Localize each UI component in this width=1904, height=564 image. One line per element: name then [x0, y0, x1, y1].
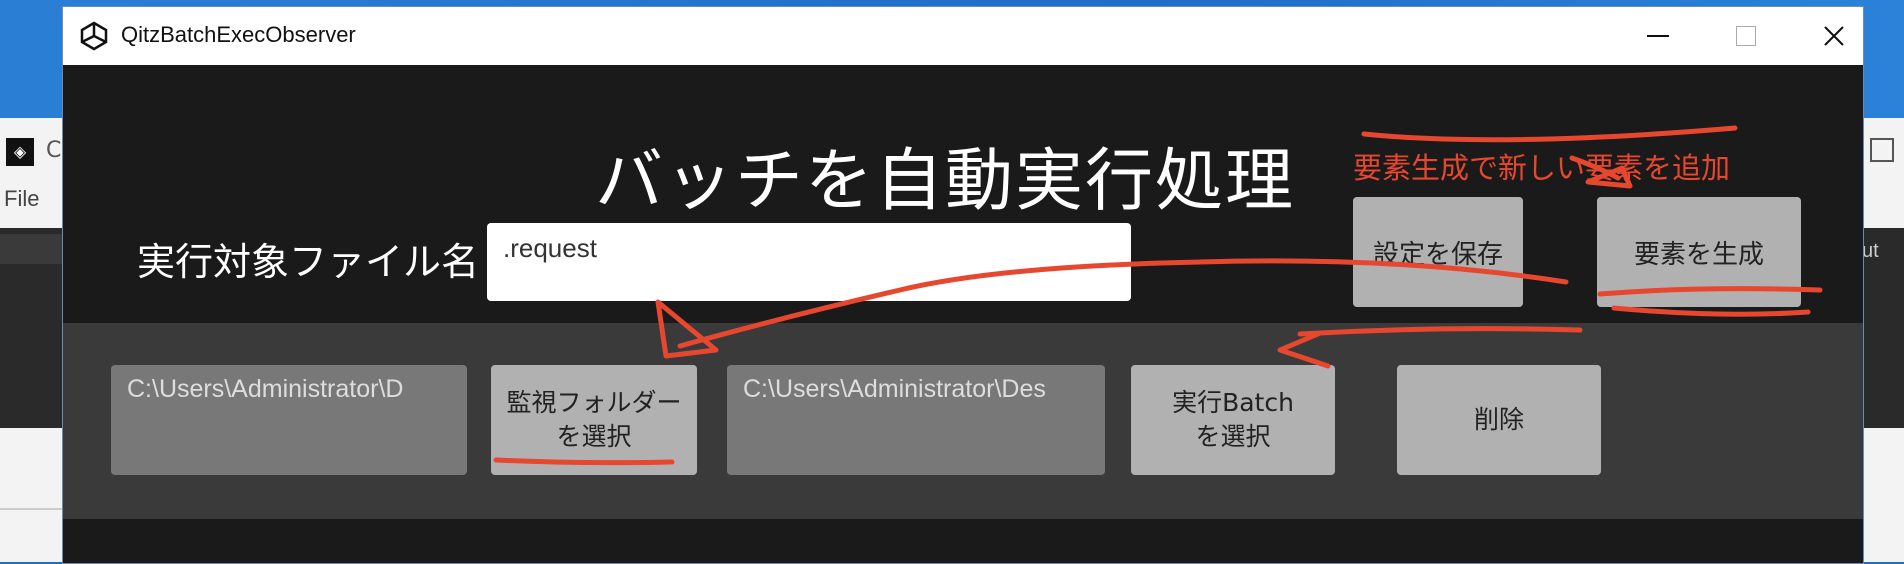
window-title: QitzBatchExecObserver	[121, 22, 356, 47]
batch-path-field[interactable]: C:\Users\Administrator\Des	[727, 365, 1105, 475]
background-title-fragment: C	[46, 138, 62, 163]
save-settings-button[interactable]: 設定を保存	[1353, 197, 1523, 307]
background-file-menu[interactable]: File	[4, 186, 39, 212]
select-batch-label: 実行Batch を選択	[1172, 386, 1294, 454]
minimize-icon	[1647, 35, 1669, 37]
file-name-label: 実行対象ファイル名	[137, 240, 480, 284]
select-batch-line2: を選択	[1195, 422, 1271, 451]
close-icon	[1824, 26, 1844, 46]
element-row: C:\Users\Administrator\D 監視フォルダー を選択 C:\…	[63, 323, 1863, 519]
select-watch-folder-line2: を選択	[556, 422, 632, 451]
close-button[interactable]	[1789, 7, 1879, 65]
select-batch-button[interactable]: 実行Batch を選択	[1131, 365, 1335, 475]
background-right-text: ut	[1862, 240, 1879, 262]
unity-logo-icon: ◈	[6, 138, 34, 166]
annotation-text: 要素生成で新しい要素を追加	[1353, 151, 1731, 185]
select-watch-folder-button[interactable]: 監視フォルダー を選択	[491, 365, 697, 475]
page-title: バッチを自動実行処理	[595, 142, 1296, 221]
generate-element-button[interactable]: 要素を生成	[1597, 197, 1801, 307]
background-toolbar	[0, 234, 70, 264]
app-content: バッチを自動実行処理 実行対象ファイル名 .request 設定を保存 要素を生…	[63, 65, 1863, 563]
background-maximize-icon[interactable]	[1870, 138, 1894, 162]
select-batch-line1: 実行Batch	[1172, 388, 1294, 417]
title-bar[interactable]: QitzBatchExecObserver	[63, 7, 1863, 65]
maximize-button[interactable]	[1701, 7, 1791, 65]
unity-app-icon	[80, 21, 108, 51]
watch-folder-path-field[interactable]: C:\Users\Administrator\D	[111, 365, 467, 475]
background-divider	[0, 508, 70, 510]
file-name-input[interactable]: .request	[487, 223, 1131, 301]
app-window: QitzBatchExecObserver バッチを自動実行処理 実行対象ファイ…	[62, 6, 1864, 564]
minimize-button[interactable]	[1613, 7, 1703, 65]
select-watch-folder-line1: 監視フォルダー	[506, 388, 682, 417]
delete-button[interactable]: 削除	[1397, 365, 1601, 475]
select-watch-folder-label: 監視フォルダー を選択	[506, 386, 681, 454]
background-right-panel: ut	[1862, 228, 1904, 428]
maximize-icon	[1736, 26, 1756, 46]
